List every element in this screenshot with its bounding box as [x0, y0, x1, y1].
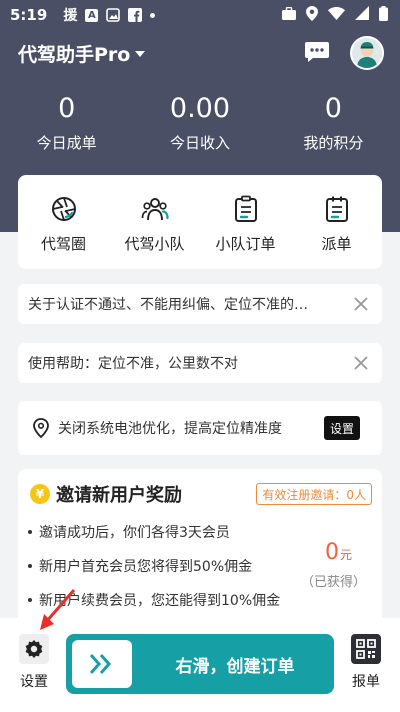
gallery-icon — [106, 8, 121, 22]
chevron-down-icon[interactable] — [135, 51, 146, 57]
wifi-icon — [328, 6, 345, 24]
report-label: 报单 — [352, 674, 380, 690]
bullet-text: 邀请成功后，你们各得3天会员 — [39, 525, 230, 541]
valid-invites-badge[interactable]: 有效注册邀请：0人 — [256, 483, 372, 505]
briefcase-icon — [282, 6, 296, 24]
bullet-dot — [28, 564, 32, 568]
gear-icon — [19, 634, 49, 664]
notice-row[interactable]: 关于认证不通过、不能用纠偏、定位不准的… — [18, 284, 382, 324]
reward-value: 0 — [324, 540, 339, 565]
bullet-dot — [28, 598, 32, 602]
nav-item-driving-team[interactable]: 代驾小队 — [109, 175, 200, 269]
close-icon[interactable] — [352, 354, 370, 372]
status-bar: 5:19 援 A — [0, 0, 400, 30]
battery-settings-button[interactable]: 设置 — [323, 416, 360, 440]
stat-label: 今日收入 — [169, 134, 230, 152]
notice-row[interactable]: 使用帮助：定位不准，公里数不对 — [18, 343, 382, 383]
stat-value: 0 — [58, 93, 76, 124]
stat-today-income[interactable]: 0.00 今日收入 — [133, 92, 266, 153]
slide-label: 右滑，创建订单 — [175, 656, 295, 677]
nav-item-dispatch[interactable]: 派单 — [291, 175, 382, 269]
status-time: 5:19 — [10, 6, 48, 24]
stat-value: 0 — [324, 93, 342, 124]
notice-text: 关于认证不通过、不能用纠偏、定位不准的… — [28, 297, 308, 313]
slide-create-order-button[interactable]: 右滑，创建订单 — [66, 634, 334, 694]
driver-avatar-icon — [352, 38, 382, 68]
location-pin-icon — [33, 418, 49, 438]
reward-label: （已获得） — [300, 575, 366, 590]
invite-bullet: 邀请成功后，你们各得3天会员 — [28, 522, 230, 542]
notification-app-icon: 援 — [63, 8, 78, 24]
stat-my-points[interactable]: 0 我的积分 — [267, 92, 400, 153]
chat-bubble-icon — [305, 42, 329, 62]
report-tab[interactable]: 报单 — [346, 634, 386, 691]
bottom-action-bar: 设置 右滑，创建订单 报单 — [0, 618, 400, 712]
reward-unit: 元 — [339, 548, 352, 562]
nav-label: 代驾小队 — [124, 235, 185, 253]
bullet-text: 新用户首充会员您将得到50%佣金 — [39, 559, 253, 575]
clipboard-icon — [234, 195, 257, 222]
message-button[interactable] — [304, 40, 330, 64]
nav-label: 派单 — [321, 235, 352, 253]
location-status-icon — [306, 5, 318, 25]
stats-row: 0 今日成单 0.00 今日收入 0 我的积分 — [0, 92, 400, 153]
more-notifications-icon — [150, 12, 156, 18]
nav-label: 代驾圈 — [40, 235, 86, 253]
stat-today-orders[interactable]: 0 今日成单 — [0, 92, 133, 153]
battery-icon — [379, 5, 388, 25]
facebook-icon — [128, 8, 143, 22]
reward-amount: 0元 — [325, 540, 352, 565]
feature-nav-card: 代驾圈 代驾小队 小队订单 派单 — [18, 175, 382, 269]
nav-label: 小队订单 — [215, 235, 276, 253]
invite-bullet: 新用户首充会员您将得到50%佣金 — [28, 556, 252, 576]
aperture-icon — [51, 197, 76, 221]
signal-icon — [355, 6, 369, 24]
settings-tab[interactable]: 设置 — [14, 634, 54, 691]
bullet-dot — [28, 530, 32, 534]
qr-code-icon — [351, 634, 381, 664]
notification-a-icon: A — [85, 8, 99, 22]
nav-item-driving-circle[interactable]: 代驾圈 — [18, 175, 109, 269]
close-icon[interactable] — [352, 295, 370, 313]
slide-knob[interactable] — [72, 640, 132, 688]
nav-item-team-orders[interactable]: 小队订单 — [200, 175, 291, 269]
double-chevron-right-icon — [89, 654, 112, 674]
stat-label: 今日成单 — [36, 134, 97, 152]
stat-value: 0.00 — [169, 93, 231, 124]
settings-label: 设置 — [20, 674, 48, 690]
dispatch-icon — [325, 196, 348, 222]
stat-label: 我的积分 — [303, 134, 364, 152]
location-tip-card: 关闭系统电池优化，提高定位精准度 设置 — [18, 401, 382, 455]
location-tip-text: 关闭系统电池优化，提高定位精准度 — [58, 421, 282, 437]
annotation-arrow-icon — [40, 589, 76, 630]
invite-title: 邀请新用户奖励 — [56, 485, 182, 506]
app-title[interactable]: 代驾助手Pro — [18, 40, 130, 67]
notice-text: 使用帮助：定位不准，公里数不对 — [28, 356, 238, 372]
team-icon — [141, 198, 169, 221]
title-row: 代驾助手Pro — [18, 36, 384, 70]
avatar[interactable] — [350, 36, 384, 70]
coin-icon: ¥ — [30, 484, 50, 504]
